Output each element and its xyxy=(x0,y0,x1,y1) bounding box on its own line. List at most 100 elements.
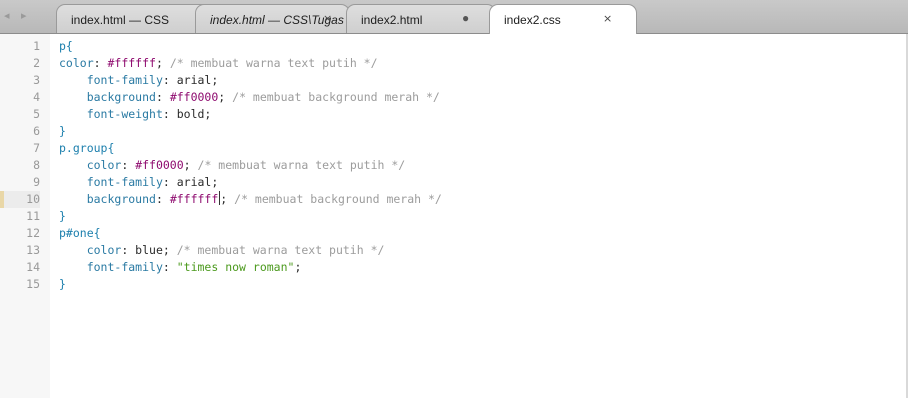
code-line[interactable]: 3 font-family: arial; xyxy=(0,72,908,89)
line-number: 5 xyxy=(33,107,40,121)
code-line[interactable]: 1 p{ xyxy=(0,38,908,55)
code-token: : arial; xyxy=(162,73,219,87)
code-text: p#one{ xyxy=(59,225,101,242)
tab-index2-html[interactable]: index2.html ● xyxy=(346,4,496,33)
code-text: p.group{ xyxy=(59,140,114,157)
code-line[interactable]: 14 font-family: "times now roman"; xyxy=(0,259,908,276)
tab-label: index.html — CSS xyxy=(71,13,170,27)
code-token: "times now roman" xyxy=(176,260,295,274)
code-token: } xyxy=(59,277,66,291)
code-token: : xyxy=(121,158,136,172)
code-text: font-family: arial; xyxy=(59,174,219,191)
code-editor[interactable]: 1 p{ 2 color: #ffffff; /* membuat warna tex… xyxy=(0,34,908,398)
line-number: 9 xyxy=(33,175,40,189)
code-token: : xyxy=(155,192,170,206)
code-token: background xyxy=(86,192,156,206)
code-token: /* membuat warna text putih */ xyxy=(197,158,406,172)
code-token: ; xyxy=(183,158,198,172)
line-number: 6 xyxy=(33,124,40,138)
code-token: p#one{ xyxy=(59,226,101,240)
code-text: font-family: "times now roman"; xyxy=(59,259,302,276)
code-text: } xyxy=(59,123,66,140)
code-line[interactable]: 10 background: #ffffff; /* membuat backg… xyxy=(0,191,908,208)
line-number: 4 xyxy=(33,90,40,104)
code-token: /* membuat background merah */ xyxy=(234,192,442,206)
code-token: p.group{ xyxy=(59,141,115,155)
line-number: 2 xyxy=(33,56,40,70)
tab-index-html-tugas[interactable]: index.html — CSS\Tugas 1 × xyxy=(195,4,354,33)
code-token: #ff0000 xyxy=(169,90,219,104)
line-number: 8 xyxy=(33,158,40,172)
unsaved-dot-icon[interactable]: ● xyxy=(462,11,469,25)
code-text: color: #ffffff; /* membuat warna text pu… xyxy=(59,55,378,72)
code-line[interactable]: 2 color: #ffffff; /* membuat warna text p… xyxy=(0,55,908,72)
code-line[interactable]: 13 color: blue; /* membuat warna text pu… xyxy=(0,242,908,259)
tab-label: index2.html xyxy=(361,13,423,27)
close-icon[interactable]: × xyxy=(323,12,332,25)
code-token: font-weight xyxy=(86,107,163,121)
code-token: #ffffff xyxy=(169,192,219,206)
code-token: font-family xyxy=(86,260,163,274)
line-number: 15 xyxy=(26,277,40,291)
line-number: 10 xyxy=(0,191,40,208)
code-text: background: #ff0000; /* membuat backgrou… xyxy=(59,89,440,106)
code-token: : xyxy=(155,90,170,104)
tab-scroll-arrows-icon[interactable]: ◂ ▸ xyxy=(4,9,44,25)
code-token: : xyxy=(162,260,177,274)
code-token: color xyxy=(86,158,122,172)
code-token: #ffffff xyxy=(107,56,156,70)
line-number: 3 xyxy=(33,73,40,87)
code-line[interactable]: 4 background: #ff0000; /* membuat backgr… xyxy=(0,89,908,106)
code-text: color: #ff0000; /* membuat warna text pu… xyxy=(59,157,406,174)
code-token: p{ xyxy=(59,39,73,53)
code-token: background xyxy=(86,90,156,104)
code-text: background: #ffffff; /* membuat backgrou… xyxy=(59,191,442,208)
code-line[interactable]: 11} xyxy=(0,208,908,225)
code-line[interactable]: 9 font-family: arial; xyxy=(0,174,908,191)
code-text: font-weight: bold; xyxy=(59,106,212,123)
tab-index2-css[interactable]: index2.css × xyxy=(489,4,637,34)
tab-bar: ◂ ▸ index.html — CSS × index.html — CSS\… xyxy=(0,0,908,34)
code-token: /* membuat warna text putih */ xyxy=(176,243,385,257)
code-token: : bold; xyxy=(162,107,212,121)
code-line[interactable]: 8 color: #ff0000; /* membuat warna text … xyxy=(0,157,908,174)
code-token: ; xyxy=(155,56,170,70)
code-token: : arial; xyxy=(162,175,219,189)
line-number: 7 xyxy=(33,141,40,155)
code-token: ; xyxy=(218,90,233,104)
code-token: ; xyxy=(220,192,235,206)
code-token: /* membuat background merah */ xyxy=(232,90,440,104)
code-token: font-family xyxy=(86,175,163,189)
code-token: #ff0000 xyxy=(135,158,184,172)
code-line[interactable]: 15} xyxy=(0,276,908,293)
line-number: 1 xyxy=(33,39,40,53)
tab-label: index2.css xyxy=(504,13,561,27)
code-line[interactable]: 7 p.group{ xyxy=(0,140,908,157)
code-token: font-family xyxy=(86,73,163,87)
code-token: } xyxy=(59,124,66,138)
line-number: 14 xyxy=(26,260,40,274)
line-number: 11 xyxy=(26,209,40,223)
code-token: color xyxy=(86,243,122,257)
code-text: font-family: arial; xyxy=(59,72,219,89)
code-text: } xyxy=(59,208,66,225)
code-line[interactable]: 6} xyxy=(0,123,908,140)
code-line[interactable]: 12 p#one{ xyxy=(0,225,908,242)
code-token: ; xyxy=(294,260,302,274)
code-token: : blue; xyxy=(121,243,177,257)
code-line[interactable]: 5 font-weight: bold; xyxy=(0,106,908,123)
code-token: } xyxy=(59,209,66,223)
code-text: } xyxy=(59,276,66,293)
code-token: /* membuat warna text putih */ xyxy=(169,56,378,70)
line-number: 13 xyxy=(26,243,40,257)
code-text: color: blue; /* membuat warna text putih… xyxy=(59,242,385,259)
line-number: 12 xyxy=(26,226,40,240)
close-icon[interactable]: × xyxy=(603,12,612,25)
